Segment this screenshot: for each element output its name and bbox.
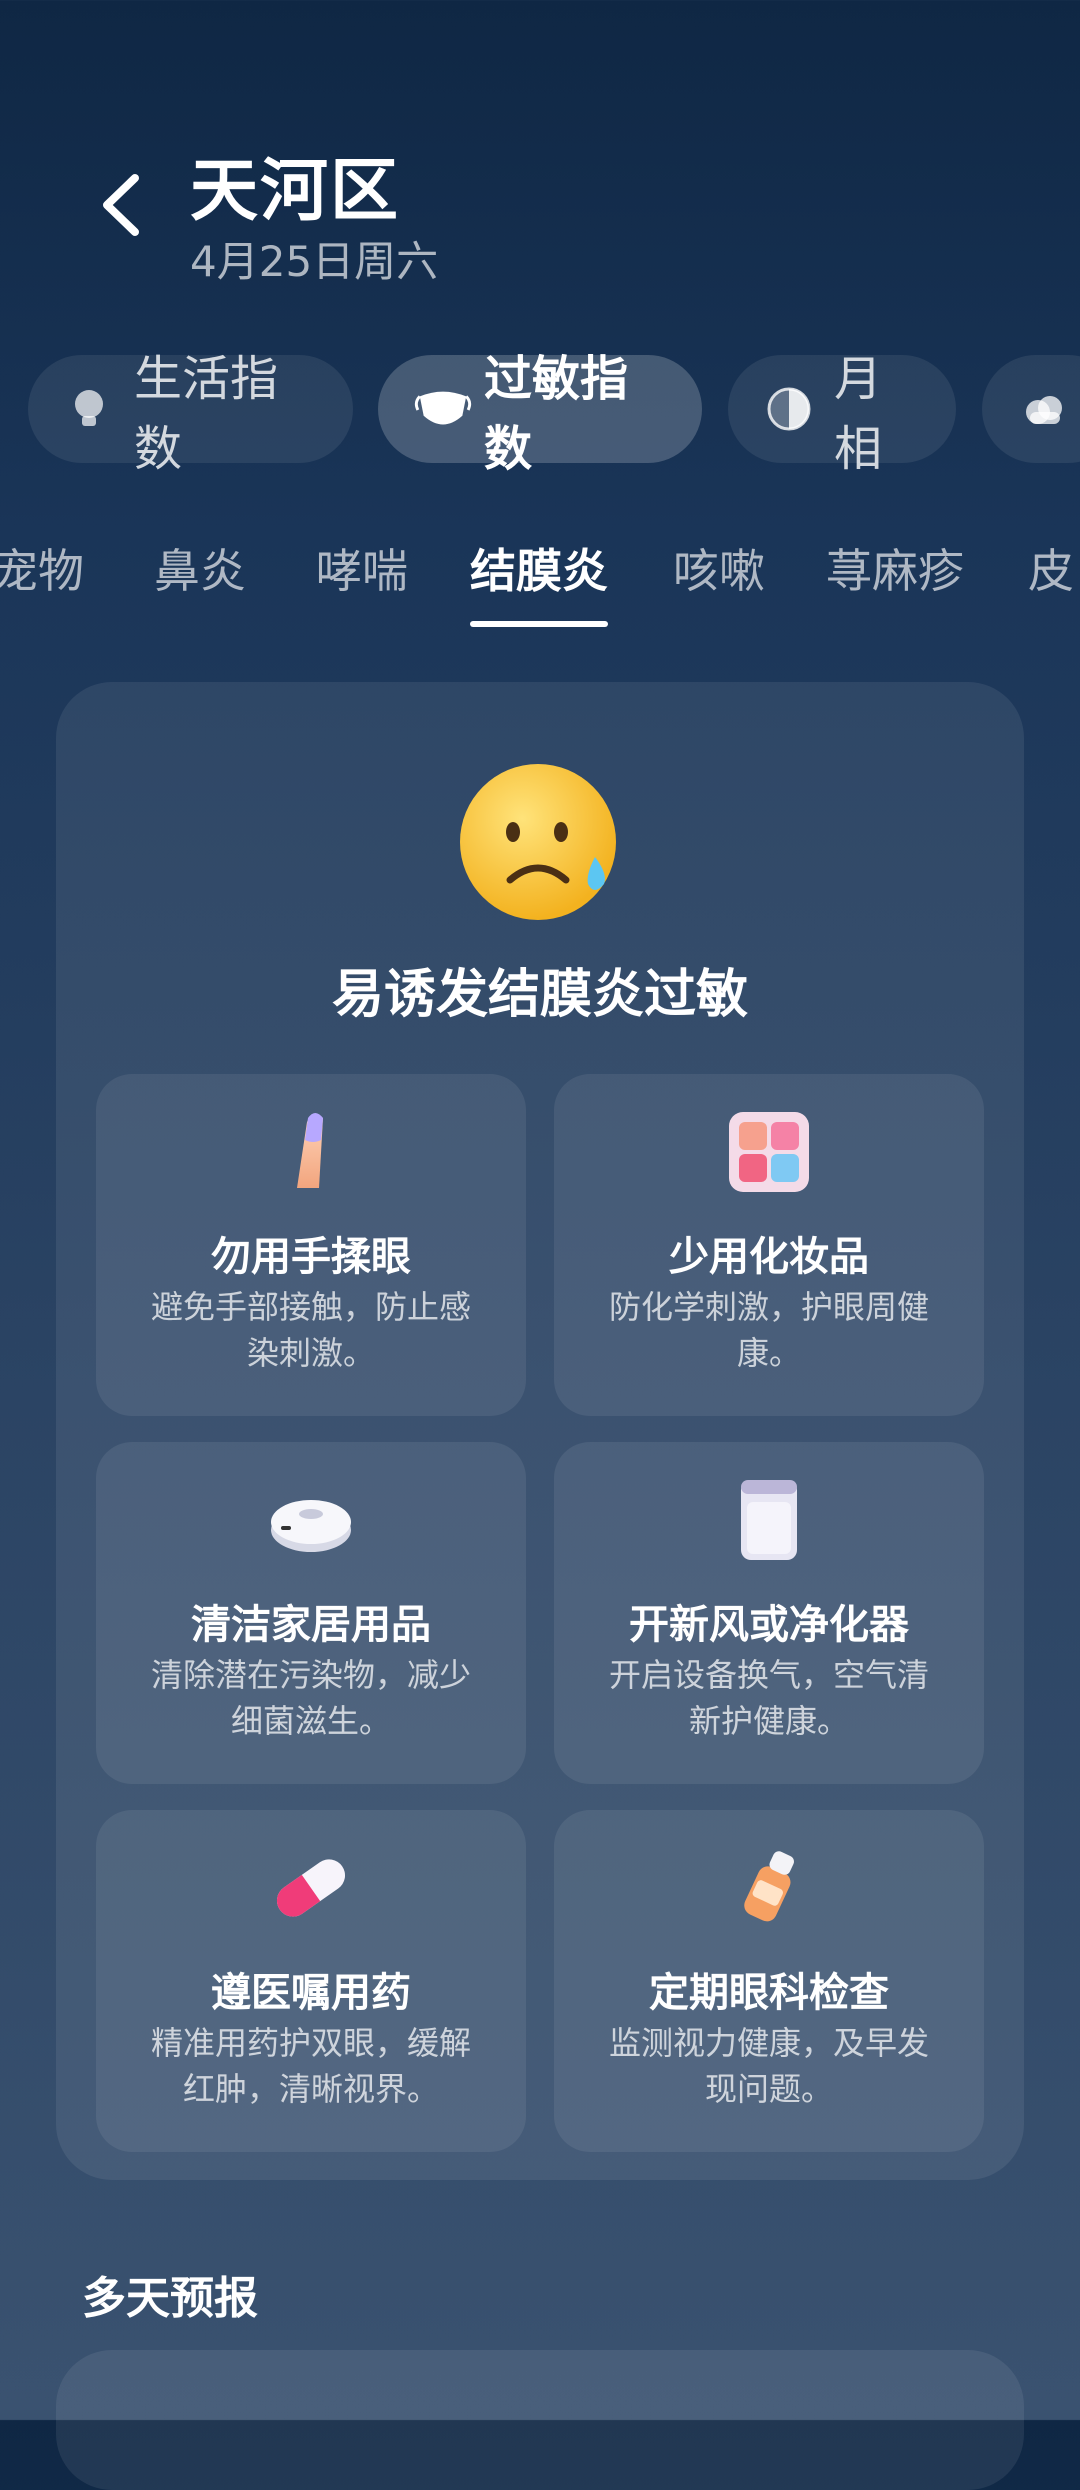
- robot-vacuum-icon: [271, 1500, 351, 1552]
- subtab-label: 结膜炎: [470, 544, 608, 598]
- header: 天河区 4月25日周六: [0, 0, 1080, 330]
- allergy-card: 易诱发结膜炎过敏 勿用手揉眼 避免手部接触，防止感染刺激。 少用化妆品 防化学刺…: [56, 682, 1024, 2180]
- subtab-asthma[interactable]: 哮喘: [316, 535, 408, 601]
- pill-icon: [276, 1859, 346, 1917]
- tip-title: 遵医嘱用药: [211, 1970, 411, 2016]
- tip-description: 清除潜在污染物，减少细菌滋生。: [150, 1656, 471, 1740]
- tip-card: 勿用手揉眼 避免手部接触，防止感染刺激。: [96, 1074, 526, 1416]
- tip-title: 少用化妆品: [669, 1234, 869, 1280]
- mask-icon: [414, 384, 472, 434]
- tip-title: 开新风或净化器: [629, 1602, 909, 1648]
- tip-card: 定期眼科检查 监测视力健康，及早发现问题。: [554, 1810, 984, 2152]
- page-date: 4月25日周六: [190, 237, 439, 286]
- tip-description: 避免手部接触，防止感染刺激。: [150, 1288, 471, 1372]
- tip-card: 开新风或净化器 开启设备换气，空气清新护健康。: [554, 1442, 984, 1784]
- allergy-type-tabs: 宠物 鼻炎 哮喘 结膜炎 咳嗽 荨麻疹 皮: [0, 535, 1080, 630]
- active-tab-underline: [470, 621, 608, 627]
- air-purifier-icon: [741, 1480, 797, 1560]
- tip-description: 开启设备换气，空气清新护健康。: [608, 1656, 929, 1740]
- subtab-urticaria[interactable]: 荨麻疹: [826, 535, 964, 601]
- page-title: 天河区: [190, 152, 401, 231]
- forecast-card[interactable]: [56, 2350, 1024, 2490]
- tip-card: 少用化妆品 防化学刺激，护眼周健康。: [554, 1074, 984, 1416]
- tip-title: 清洁家居用品: [191, 1602, 431, 1648]
- tab-label: 月相: [834, 351, 883, 477]
- cloud-icon: [1018, 384, 1068, 434]
- lightbulb-icon: [64, 384, 114, 434]
- tip-title: 定期眼科检查: [649, 1970, 889, 2016]
- subtab-rhinitis[interactable]: 鼻炎: [154, 535, 246, 601]
- tip-card: 遵医嘱用药 精准用药护双眼，缓解红肿，清晰视界。: [96, 1810, 526, 2152]
- finger-icon: [297, 1113, 323, 1188]
- tip-description: 精准用药护双眼，缓解红肿，清晰视界。: [150, 2024, 471, 2108]
- subtab-cough[interactable]: 咳嗽: [673, 535, 765, 601]
- tab-moon-phase[interactable]: 月相: [728, 351, 956, 477]
- subtab-pets[interactable]: 宠物: [0, 535, 84, 601]
- back-button[interactable]: [95, 170, 155, 240]
- allergy-verdict: 易诱发结膜炎过敏: [331, 965, 748, 1025]
- worried-face-icon: [460, 764, 616, 920]
- tip-title: 勿用手揉眼: [211, 1234, 411, 1280]
- makeup-palette-icon: [729, 1112, 809, 1192]
- tab-allergy-index[interactable]: 过敏指数: [378, 351, 702, 477]
- subtab-conjunctivitis[interactable]: 结膜炎: [470, 535, 608, 627]
- tab-life-index[interactable]: 生活指数: [28, 351, 353, 477]
- tab-label: 生活指数: [134, 351, 279, 477]
- tab-label: 过敏指数: [484, 351, 629, 477]
- forecast-section-title: 多天预报: [82, 2273, 258, 2324]
- category-tabs: 生活指数 过敏指数 月相: [0, 351, 1080, 477]
- subtab-skin[interactable]: 皮: [1028, 535, 1074, 601]
- tip-description: 监测视力健康，及早发现问题。: [608, 2024, 929, 2108]
- moon-icon: [764, 384, 814, 434]
- tab-weather[interactable]: [982, 355, 1080, 463]
- tip-description: 防化学刺激，护眼周健康。: [608, 1288, 929, 1372]
- chevron-left-icon: [103, 174, 139, 236]
- eye-drops-icon: [744, 1851, 794, 1922]
- tip-card: 清洁家居用品 清除潜在污染物，减少细菌滋生。: [96, 1442, 526, 1784]
